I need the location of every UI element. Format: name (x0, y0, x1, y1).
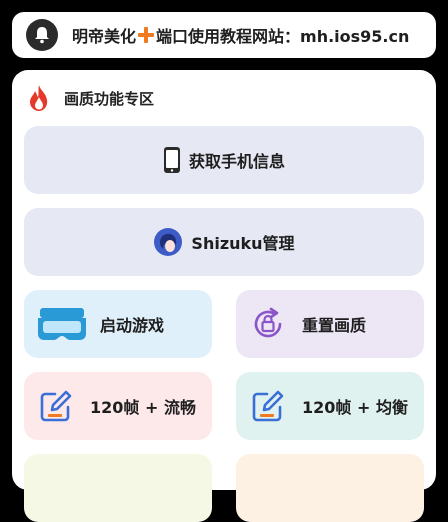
launch-game-label: 启动游戏 (100, 316, 165, 335)
reset-quality-button[interactable]: 重置画质 (236, 290, 424, 358)
banner-link[interactable]: 端口使用教程网站：mh.ios95.cn (156, 23, 409, 47)
edit-icon (40, 390, 72, 422)
fps-smooth-button[interactable]: 120帧 + 流畅 (24, 372, 212, 440)
main-panel: 画质功能专区 获取手机信息 Shizuku管理 启动游戏 重置画质 120帧 +… (12, 70, 436, 522)
shizuku-manage-label: Shizuku管理 (191, 234, 295, 253)
next-row-tile-right[interactable] (236, 454, 424, 522)
fps-balanced-button[interactable]: 120帧 + 均衡 (236, 372, 424, 440)
bell-icon (26, 19, 58, 51)
fps-smooth-label: 120帧 + 流畅 (90, 398, 196, 417)
get-phone-info-button[interactable]: 获取手机信息 (24, 126, 424, 194)
fps-balanced-label: 120帧 + 均衡 (302, 398, 408, 417)
reset-quality-label: 重置画质 (302, 316, 367, 335)
phone-icon (163, 147, 180, 173)
shizuku-avatar-icon (154, 228, 183, 256)
top-banner[interactable]: 明帝美化 端口使用教程网站：mh.ios95.cn (12, 12, 436, 58)
banner-brand: 明帝美化 (72, 27, 137, 46)
section-title: 画质功能专区 (64, 89, 155, 108)
fire-icon (30, 85, 48, 111)
section-header: 画质功能专区 (26, 84, 154, 112)
edit-icon (252, 390, 284, 422)
vr-headset-icon (36, 304, 88, 344)
reset-lock-icon (250, 306, 286, 342)
plus-icon (138, 27, 155, 43)
shizuku-manage-button[interactable]: Shizuku管理 (24, 208, 424, 276)
next-row-tile-left[interactable] (24, 454, 212, 522)
launch-game-button[interactable]: 启动游戏 (24, 290, 212, 358)
get-phone-info-label: 获取手机信息 (188, 152, 285, 171)
banner-text: 明帝美化 端口使用教程网站：mh.ios95.cn (72, 23, 409, 47)
